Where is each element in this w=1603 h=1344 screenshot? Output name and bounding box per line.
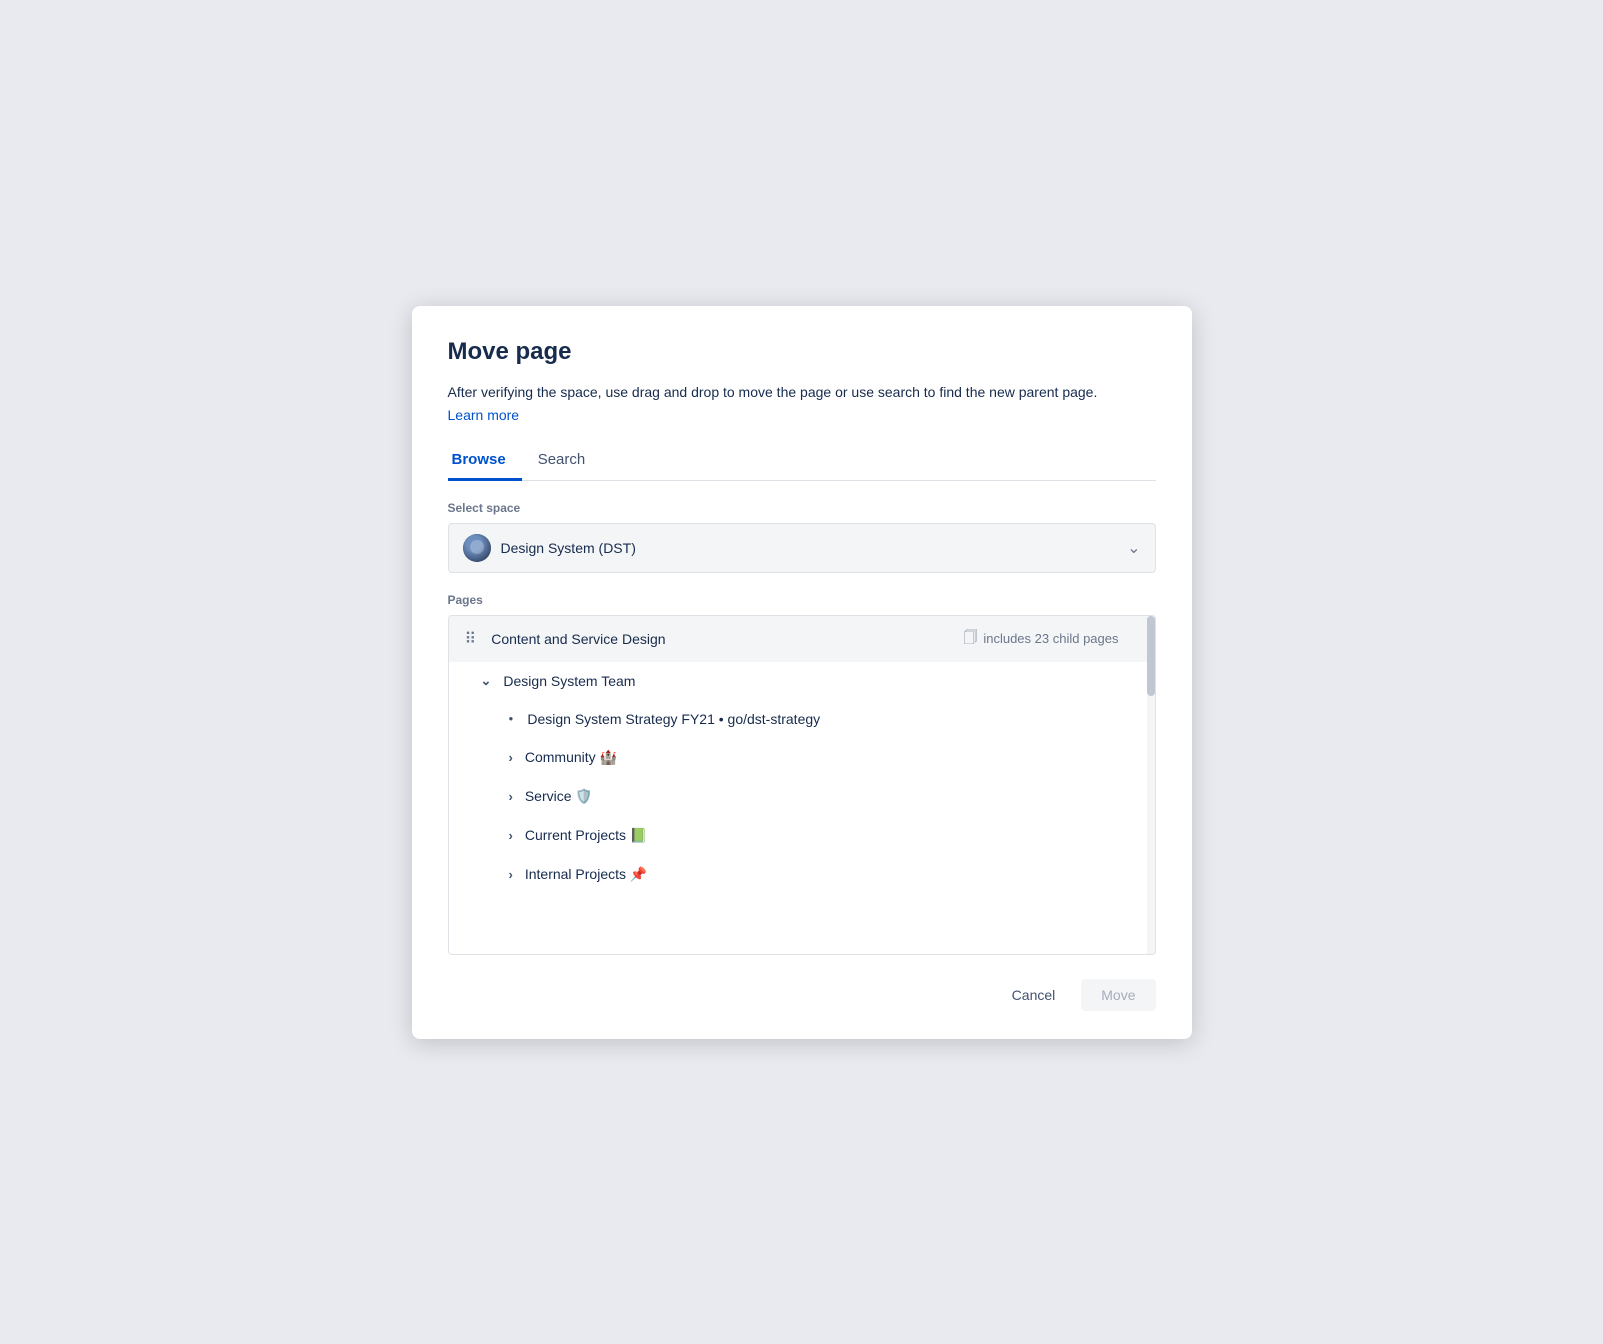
select-space-label: Select space — [448, 501, 1156, 515]
scrollbar-thumb[interactable] — [1147, 616, 1155, 696]
dialog-title: Move page — [448, 338, 1156, 366]
page-item-internal-projects[interactable]: › Internal Projects 📌 — [449, 855, 1155, 894]
page-item-design-system-team[interactable]: ⌄ Design System Team — [449, 662, 1155, 700]
page-item-community[interactable]: › Community 🏰 — [449, 738, 1155, 777]
move-button[interactable]: Move — [1081, 979, 1155, 1011]
tabs-container: Browse Search — [448, 443, 1156, 481]
page-item-content-service-design[interactable]: ⠿ Content and Service Design 🗍 includes … — [449, 616, 1155, 662]
expand-icon: › — [509, 750, 513, 765]
expand-icon: › — [509, 867, 513, 882]
bullet-icon: ● — [509, 714, 514, 723]
page-item-name: Current Projects 📗 — [525, 827, 1139, 844]
page-item-name: Service 🛡️ — [525, 788, 1139, 805]
tab-browse[interactable]: Browse — [448, 443, 522, 481]
child-pages-count-text: includes 23 child pages — [983, 631, 1118, 646]
tab-search[interactable]: Search — [522, 443, 602, 481]
pages-list[interactable]: ⠿ Content and Service Design 🗍 includes … — [448, 615, 1156, 955]
copy-icon: 🗍 — [963, 627, 977, 651]
page-item-name: Community 🏰 — [525, 749, 1139, 766]
space-avatar — [463, 534, 491, 562]
expand-icon: › — [509, 828, 513, 843]
space-name: Design System (DST) — [501, 540, 636, 556]
space-avatar-icon — [463, 534, 491, 562]
child-pages-info: 🗍 includes 23 child pages — [963, 627, 1118, 651]
cancel-button[interactable]: Cancel — [996, 979, 1072, 1011]
page-item-name: Internal Projects 📌 — [525, 866, 1139, 883]
page-item-design-system-strategy[interactable]: ● Design System Strategy FY21 • go/dst-s… — [449, 700, 1155, 738]
scrollbar-track[interactable] — [1147, 616, 1155, 954]
page-item-current-projects[interactable]: › Current Projects 📗 — [449, 816, 1155, 855]
chevron-down-icon: ⌄ — [1127, 538, 1140, 558]
pages-label: Pages — [448, 593, 1156, 607]
page-item-name: Design System Strategy FY21 • go/dst-str… — [527, 711, 1138, 727]
page-item-name: Content and Service Design — [491, 631, 963, 647]
drag-handle-icon: ⠿ — [465, 629, 478, 649]
learn-more-link[interactable]: Learn more — [448, 407, 1156, 423]
expand-icon: › — [509, 789, 513, 804]
collapse-icon: ⌄ — [481, 673, 492, 689]
page-item-service[interactable]: › Service 🛡️ — [449, 777, 1155, 816]
page-item-name: Design System Team — [503, 673, 1138, 689]
space-dropdown[interactable]: Design System (DST) ⌄ — [448, 523, 1156, 573]
dialog-description: After verifying the space, use drag and … — [448, 382, 1156, 403]
move-page-dialog: Move page After verifying the space, use… — [412, 306, 1192, 1039]
space-dropdown-left: Design System (DST) — [463, 534, 636, 562]
dialog-footer: Cancel Move — [448, 979, 1156, 1011]
